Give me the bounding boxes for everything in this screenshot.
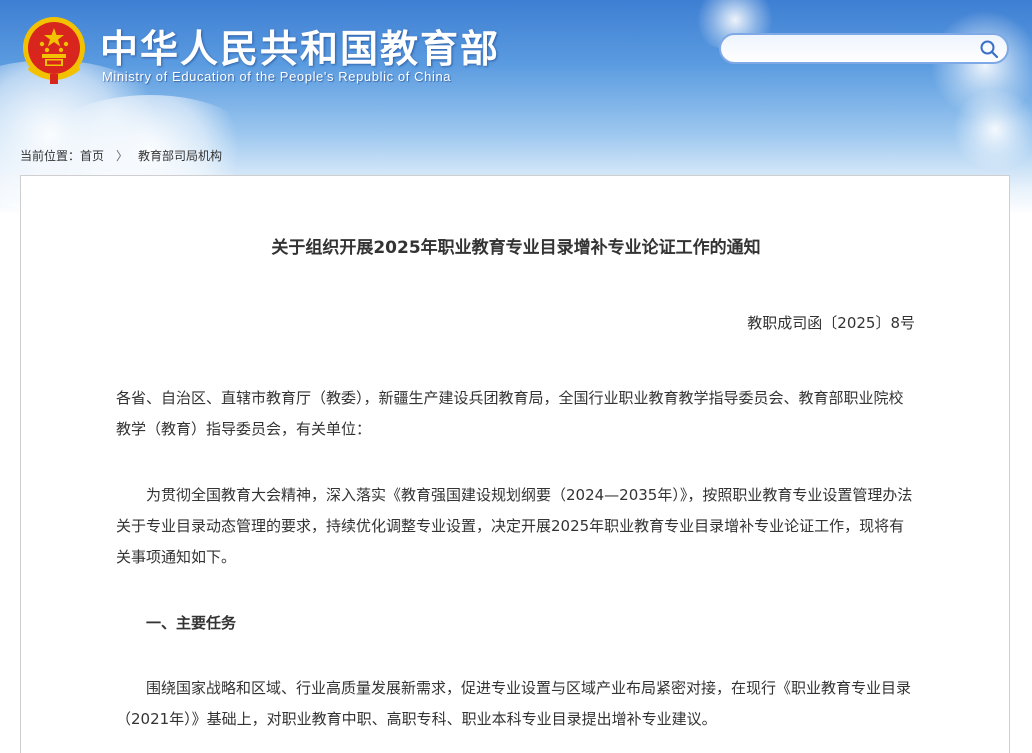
breadcrumb: 当前位置： 首页 〉 教育部司局机构 <box>20 146 222 164</box>
chevron-right-icon: 〉 <box>116 148 129 163</box>
document-number: 教职成司函〔2025〕8号 <box>747 314 915 332</box>
site-title-chinese[interactable]: 中华人民共和国教育部 <box>100 18 500 73</box>
breadcrumb-prefix: 当前位置： <box>20 148 81 163</box>
search-input[interactable] <box>735 39 975 59</box>
breadcrumb-link-home[interactable]: 首页 <box>80 147 104 164</box>
site-title-english[interactable]: Ministry of Education of the People's Re… <box>102 69 451 84</box>
section-paragraph: 围绕国家战略和区域、行业高质量发展新需求，促进专业设置与区域产业布局紧密对接，在… <box>116 679 912 728</box>
search-box <box>719 33 1009 64</box>
breadcrumb-link-department[interactable]: 教育部司局机构 <box>138 147 222 164</box>
section-heading: 一、主要任务 <box>146 614 237 632</box>
article-panel: 关于组织开展2025年职业教育专业目录增补专业论证工作的通知 教职成司函〔202… <box>20 175 1010 753</box>
article-intro-paragraph: 为贯彻全国教育大会精神，深入落实《教育强国建设规划纲要（2024—2035年）》… <box>116 486 913 566</box>
dandelion-decoration <box>950 90 1032 170</box>
search-icon[interactable] <box>979 39 999 59</box>
article-title: 关于组织开展2025年职业教育专业目录增补专业论证工作的通知 <box>271 238 761 258</box>
national-emblem-icon <box>23 17 85 84</box>
article-addressee: 各省、自治区、直辖市教育厅（教委），新疆生产建设兵团教育局，全国行业职业教育教学… <box>116 389 904 438</box>
